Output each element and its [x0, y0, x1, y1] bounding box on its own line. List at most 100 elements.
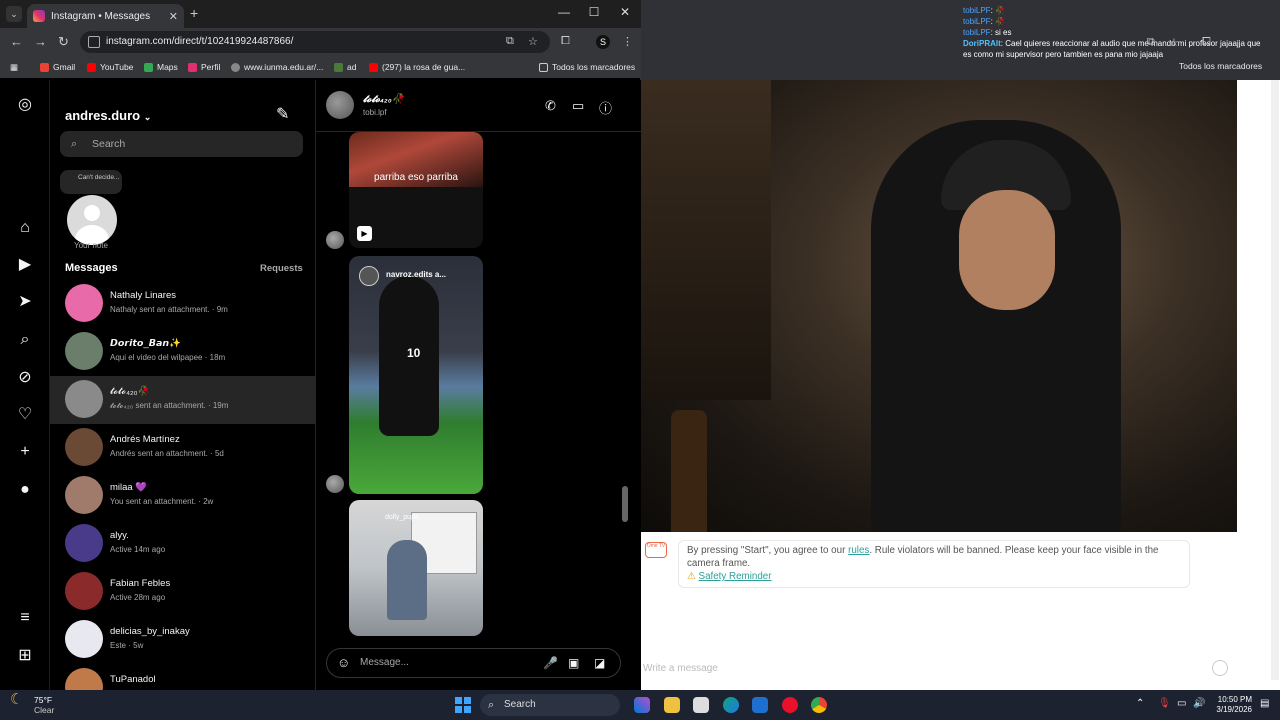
warning-icon: ⚠ [687, 571, 696, 582]
search-input[interactable]: ⌕ Search [60, 131, 303, 157]
direct-icon[interactable]: ➤ [15, 292, 35, 312]
bookmark-gmail[interactable]: Gmail [40, 62, 75, 72]
chrome-icon[interactable] [811, 697, 827, 713]
notifications-heart-icon[interactable]: ♡ [15, 405, 35, 425]
bookmark-rosa[interactable]: (297) la rosa de gua... [369, 62, 465, 72]
instagram-logo-icon[interactable]: ◎ [15, 95, 35, 115]
home-icon[interactable]: ⌂ [15, 218, 35, 238]
install-app-icon[interactable]: ⧉ [506, 35, 514, 48]
thread-row[interactable]: milaa 💜 You sent an attachment. · 2w [50, 472, 315, 520]
opera-icon[interactable] [782, 697, 798, 713]
conversation-username: tobi.lpf [363, 108, 387, 117]
microphone-icon[interactable]: 🎤 [543, 649, 558, 677]
microphone-icon[interactable]: 🎙 [1158, 698, 1171, 709]
maximize-button[interactable]: ☐ [584, 5, 604, 19]
video-call-icon[interactable]: ▭ [572, 98, 584, 114]
tray-chevron-icon[interactable]: ⌃ [1136, 698, 1144, 709]
thread-row[interactable]: 𝘿𝙤𝙧𝙞𝙩𝙤_𝘽𝙖𝙣✨ Aqui el video del wilpapee · … [50, 328, 315, 376]
extensions-icon[interactable]: ⧠ [1202, 36, 1211, 49]
search-icon[interactable]: ⌕ [15, 330, 35, 350]
sticker-icon[interactable]: ◪ [594, 649, 605, 677]
back-icon[interactable]: ← [10, 34, 23, 49]
account-switcher[interactable]: andres.duro ⌄ [65, 108, 151, 123]
thread-preview: You sent an attachment. · 2w [110, 497, 214, 506]
requests-link[interactable]: Requests [260, 263, 303, 274]
notifications-icon[interactable]: ▤ [1260, 698, 1269, 709]
bookmark-maps[interactable]: Maps [144, 62, 178, 72]
message-input[interactable]: ☺ Message... 🎤 ▣ ◪ [326, 648, 621, 678]
thread-row[interactable]: 𝓽𝓸𝓽𝓸₄₂₀🥀 𝓽𝓸𝓽𝓸₄₂₀ sent an attachment. · 19… [50, 376, 315, 424]
file-explorer-icon[interactable] [664, 697, 680, 713]
chat-username[interactable]: tobiLPF [963, 6, 991, 15]
emoji-icon[interactable] [1212, 660, 1228, 676]
tab-close-icon[interactable]: ✕ [169, 10, 178, 23]
scroll-thumb[interactable] [622, 486, 628, 522]
bookmark-star-icon[interactable]: ☆ [1169, 36, 1179, 49]
chat-input[interactable]: Write a message [643, 663, 718, 674]
chat-username[interactable]: DoriPRAlt [963, 39, 1001, 48]
bookmark-star-icon[interactable]: ☆ [528, 35, 538, 48]
thread-row[interactable]: Andrés Martínez Andrés sent an attachment… [50, 424, 315, 472]
note-avatar[interactable] [67, 195, 117, 245]
thread-row[interactable]: Fabian Febles Active 28m ago [50, 568, 315, 616]
rules-link[interactable]: rules [848, 545, 869, 556]
start-button[interactable] [455, 697, 471, 713]
phone-call-icon[interactable]: ✆ [545, 98, 556, 114]
new-message-icon[interactable]: ✎ [276, 104, 289, 124]
sender-avatar [326, 475, 344, 493]
profile-avatar[interactable]: S [596, 35, 610, 49]
bookmark-youtube[interactable]: YouTube [87, 62, 133, 72]
bookmark-all[interactable]: Todos los marcadores [1179, 61, 1262, 71]
reels-icon[interactable]: ▶ [15, 255, 35, 275]
youtube-icon [87, 62, 96, 72]
thread-row[interactable]: alyy. Active 14m ago [50, 520, 315, 568]
close-window-button[interactable]: ✕ [615, 5, 635, 19]
safety-reminder-link[interactable]: Safety Reminder [699, 571, 772, 582]
tab-list-button[interactable]: ⌄ [6, 6, 22, 22]
chat-username[interactable]: tobiLPF [963, 17, 991, 26]
forward-icon[interactable]: → [34, 34, 47, 49]
tab-bar: ⌄ Instagram • Messages ✕ + — ☐ ✕ [0, 0, 641, 28]
address-bar[interactable]: instagram.com/direct/t/102419924487866/ [80, 31, 550, 53]
minimize-button[interactable]: — [554, 5, 574, 19]
tab-instagram[interactable]: Instagram • Messages ✕ [27, 4, 184, 28]
network-icon[interactable]: ▭ [1177, 698, 1186, 709]
extensions-icon[interactable]: ⧠ [561, 35, 570, 48]
copilot-icon[interactable] [634, 697, 650, 713]
emoji-icon[interactable]: ☺ [337, 649, 350, 677]
message-media[interactable]: parriba eso parriba ▶ [349, 132, 483, 248]
install-app-icon[interactable]: ⧉ [1147, 36, 1155, 49]
info-icon[interactable]: ⓘ [599, 98, 612, 117]
clock[interactable]: 10:50 PM 3/19/2026 [1212, 695, 1252, 715]
store-icon[interactable] [693, 697, 709, 713]
new-tab-button[interactable]: + [190, 5, 198, 21]
mail-icon[interactable] [752, 697, 768, 713]
message-media[interactable]: dolly_pupa [349, 500, 483, 636]
page-scrollbar[interactable] [1271, 80, 1279, 680]
apps-grid-icon[interactable]: ▦ [10, 62, 18, 73]
menu-dots-icon[interactable]: ⋮ [622, 35, 633, 48]
thread-row[interactable]: delicias_by_inakay Este · 5w [50, 616, 315, 664]
profile-icon[interactable]: ● [15, 480, 35, 500]
edge-icon[interactable] [723, 697, 739, 713]
chat-username[interactable]: tobiLPF [963, 28, 991, 37]
bookmark-ad[interactable]: ad [334, 62, 356, 72]
bookmark-iunma[interactable]: www.iunma.edu.ar/... [231, 62, 323, 72]
conversation-name[interactable]: 𝓽𝓸𝓽𝓸₄₂₀🥀 [363, 94, 404, 105]
conversation-avatar[interactable] [326, 91, 354, 119]
reload-icon[interactable]: ↻ [58, 34, 69, 50]
message-media[interactable]: navroz.edits a... 10 [349, 256, 483, 494]
taskbar-search[interactable]: ⌕ Search [480, 694, 620, 716]
volume-icon[interactable]: 🔊 [1193, 698, 1205, 709]
explore-icon[interactable]: ⊘ [15, 368, 35, 388]
note-bubble[interactable]: Can't decide... [60, 170, 122, 194]
more-menu-icon[interactable]: ≡ [15, 608, 35, 628]
image-icon[interactable]: ▣ [568, 649, 579, 677]
thread-row[interactable]: Nathaly Linares Nathaly sent an attachmen… [50, 280, 315, 328]
bookmark-all[interactable]: Todos los marcadores [539, 62, 635, 72]
threads-apps-icon[interactable]: ⊞ [15, 646, 35, 666]
bookmark-perfil[interactable]: Perfil [188, 62, 220, 72]
site-info-icon[interactable] [88, 36, 100, 48]
conversation-scrollbar[interactable] [622, 138, 628, 632]
create-icon[interactable]: + [15, 442, 35, 462]
